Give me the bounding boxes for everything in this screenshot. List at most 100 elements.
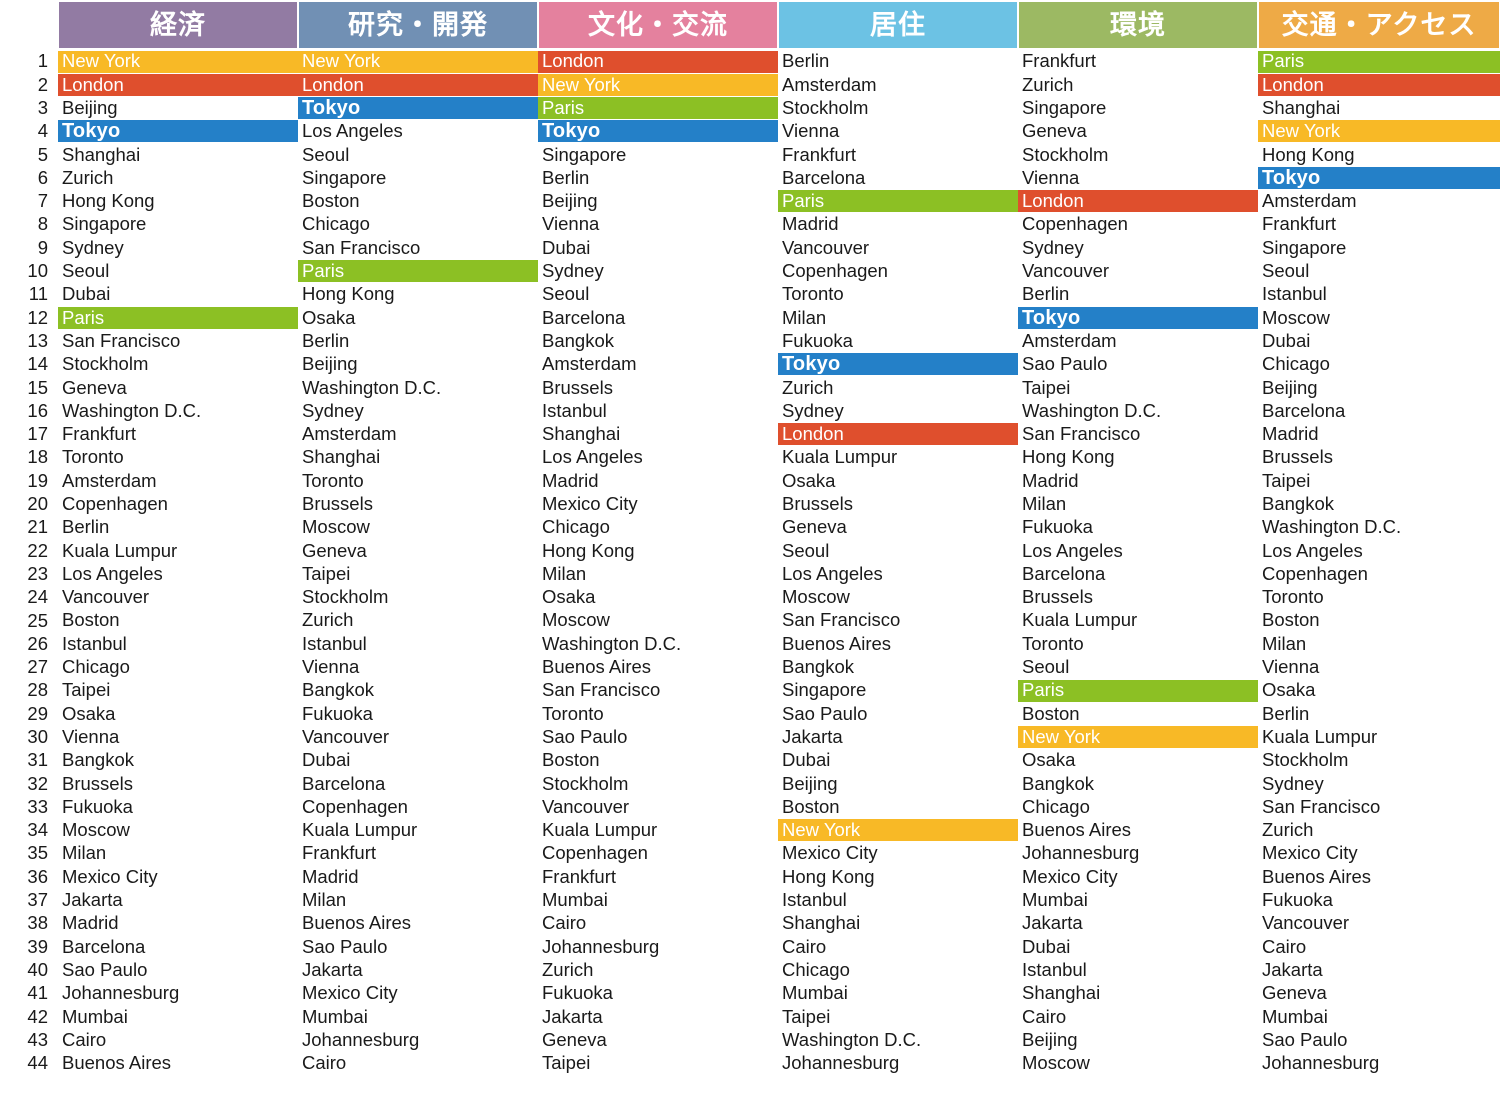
cell-culture-exchange: Vienna [542,213,600,235]
cell-livability-highlighted: Paris [778,190,1018,213]
cell-culture-exchange: Bangkok [542,330,614,351]
table-row: 25 Boston Zurich Moscow San Francisco Kuala L… [0,609,1500,632]
cell-transport-access: Istanbul [1262,283,1327,305]
cell-culture-exchange: Stockholm [542,772,629,794]
cell-livability-highlighted: Tokyo [778,353,1018,376]
cell-economy: Beijing [62,97,118,118]
cell-livability: Berlin [782,50,830,72]
cell-transport-access: Osaka [1262,679,1316,701]
cell-research-development: San Francisco [302,236,421,258]
cell-transport-access: Sydney [1262,772,1324,794]
table-row: 28 Taipei Bangkok San Francisco Singapore Par… [0,679,1500,702]
cell-transport-access: Shanghai [1262,97,1341,118]
rank-number: 5 [37,143,48,165]
rank-number: 24 [27,586,48,608]
cell-culture-exchange-highlighted: New York [538,73,778,96]
cell-economy: Johannesburg [62,982,180,1004]
cell-livability: Kuala Lumpur [782,446,898,468]
cell-culture-exchange: Washington D.C. [542,633,682,654]
cell-environment: Vienna [1022,167,1080,188]
rank-number: 18 [27,446,48,468]
cell-transport-access: Copenhagen [1262,563,1368,584]
cell-transport-access: Cairo [1262,935,1307,957]
cell-livability: Hong Kong [782,865,875,887]
cell-livability: Boston [782,796,840,817]
cell-research-development-highlighted: London [298,73,538,96]
cell-research-development: Toronto [302,469,364,491]
cell-research-development-highlighted: Paris [298,260,538,283]
cell-research-development: Boston [302,190,360,212]
table-row: 12 Paris Osaka Barcelona Milan Tokyo Moscow [0,306,1500,329]
cell-economy: Stockholm [62,353,149,375]
table-row: 35 Milan Frankfurt Copenhagen Mexico City Joh… [0,842,1500,865]
cell-research-development: Istanbul [302,633,367,654]
cell-research-development: Vienna [302,656,360,678]
cell-environment: Mumbai [1022,889,1088,911]
cell-culture-exchange: Shanghai [542,423,621,445]
cell-livability: Mexico City [782,842,878,864]
cell-economy: Taipei [62,679,111,701]
cell-livability: Vienna [782,120,840,142]
cell-livability: Bangkok [782,656,854,678]
column-header-transport-access: 交通・アクセス [1259,2,1499,48]
table-row: 27 Chicago Vienna Buenos Aires Bangkok Seoul V… [0,656,1500,679]
table-row: 4 Tokyo Los Angeles Tokyo Vienna Geneva New Yo… [0,120,1500,143]
cell-livability: Vancouver [782,236,870,258]
cell-economy: Cairo [62,1029,107,1050]
rank-number: 40 [27,958,48,980]
rank-number: 42 [27,1005,48,1027]
cell-transport-access: Moscow [1262,306,1330,328]
cell-research-development: Fukuoka [302,702,373,724]
cell-economy: Shanghai [62,143,141,165]
rank-number: 41 [27,982,48,1004]
cell-economy: Milan [62,842,107,864]
table-row: 29 Osaka Fukuoka Toronto Sao Paulo Boston Berl… [0,702,1500,725]
cell-culture-exchange-highlighted: Tokyo [538,120,778,143]
cell-environment-highlighted: Paris [1018,679,1258,702]
cell-transport-access: Toronto [1262,586,1324,608]
cell-culture-exchange: Berlin [542,167,590,188]
table-row: 42 Mumbai Mumbai Jakarta Taipei Cairo Mumbai [0,1005,1500,1028]
cell-culture-exchange-highlighted: London [538,50,778,73]
cell-livability: Moscow [782,586,850,608]
table-row: 31 Bangkok Dubai Boston Dubai Osaka Stockholm [0,749,1500,772]
cell-economy: Seoul [62,260,110,282]
table-row: 11 Dubai Hong Kong Seoul Toronto Berlin Istanb… [0,283,1500,306]
cell-environment: Amsterdam [1022,330,1117,351]
table-row: 33 Fukuoka Copenhagen Vancouver Boston Chicag… [0,796,1500,819]
cell-economy: Mumbai [62,1005,128,1027]
cell-economy: Osaka [62,702,116,724]
cell-transport-access: Taipei [1262,469,1311,491]
cell-research-development: Zurich [302,609,354,631]
rank-number: 31 [27,749,48,771]
cell-livability: Osaka [782,469,836,491]
cell-environment-highlighted: London [1018,190,1258,213]
rank-number: 4 [37,120,48,142]
city-ranking-table: 経済 研究・開発 文化・交流 居住 環境 交通・アクセス 1 New York Ne… [0,0,1500,1094]
cell-livability-highlighted: London [778,423,1018,446]
cell-culture-exchange: Osaka [542,586,596,608]
table-row: 38 Madrid Buenos Aires Cairo Shanghai Jakarta… [0,912,1500,935]
cell-transport-access: Los Angeles [1262,539,1363,561]
cell-culture-exchange: Copenhagen [542,842,648,864]
cell-economy: Vancouver [62,586,150,608]
cell-environment: Fukuoka [1022,516,1093,538]
cell-research-development: Mexico City [302,982,398,1004]
column-header-research-development: 研究・開発 [299,2,537,48]
cell-environment-highlighted: Tokyo [1018,306,1258,329]
cell-environment: Barcelona [1022,563,1106,584]
cell-culture-exchange: Chicago [542,516,610,538]
cell-transport-access: Zurich [1262,819,1314,841]
cell-environment-highlighted: New York [1018,726,1258,749]
cell-research-development: Taipei [302,563,351,584]
rank-number: 17 [27,423,48,445]
cell-research-development: Amsterdam [302,423,397,445]
cell-livability: Johannesburg [782,1052,900,1074]
cell-environment: Buenos Aires [1022,819,1132,841]
cell-transport-access: Geneva [1262,982,1327,1004]
cell-research-development: Copenhagen [302,796,408,817]
cell-research-development: Dubai [302,749,351,771]
table-row: 36 Mexico City Madrid Frankfurt Hong Kong Mex… [0,865,1500,888]
cell-culture-exchange: Toronto [542,702,604,724]
column-header-culture-exchange: 文化・交流 [539,2,777,48]
